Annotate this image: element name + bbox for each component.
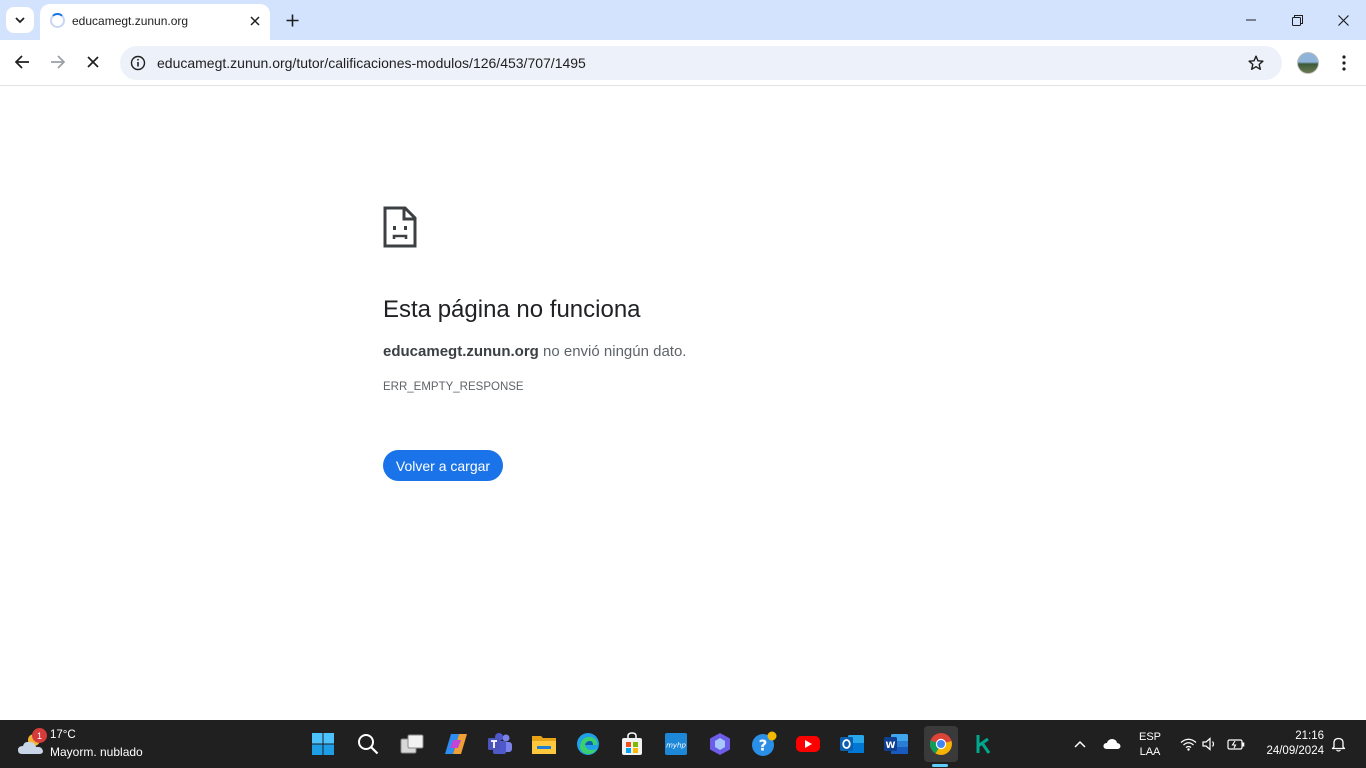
bookmark-star-button[interactable] <box>1244 51 1268 75</box>
language-code: ESP <box>1138 731 1161 743</box>
copilot-alt-app[interactable] <box>704 728 736 760</box>
url-text[interactable]: educamegt.zunun.org/tutor/calificaciones… <box>157 55 586 71</box>
outlook-app[interactable] <box>836 728 868 760</box>
error-title: Esta página no funciona <box>383 296 641 323</box>
browser-toolbar: educamegt.zunun.org/tutor/calificaciones… <box>0 40 1366 86</box>
weather-temperature: 17°C <box>50 729 76 741</box>
stop-loading-button[interactable] <box>78 47 108 77</box>
notifications-button[interactable] <box>1328 720 1348 768</box>
teams-app[interactable] <box>484 728 516 760</box>
task-view-button[interactable] <box>396 728 428 760</box>
error-message: no envió ningún dato. <box>538 343 687 360</box>
kaspersky-app[interactable] <box>968 728 1000 760</box>
restore-icon <box>1291 14 1303 26</box>
info-icon <box>130 55 146 71</box>
bell-icon <box>1331 737 1345 752</box>
youtube-app[interactable] <box>792 728 824 760</box>
svg-text:myhp: myhp <box>666 742 686 750</box>
address-bar[interactable]: educamegt.zunun.org/tutor/calificaciones… <box>120 46 1282 80</box>
clock-time: 21:16 <box>1295 730 1324 742</box>
arrow-right-icon <box>51 55 66 69</box>
wifi-status[interactable] <box>1178 720 1198 768</box>
more-vert-icon <box>1342 55 1346 71</box>
svg-text:W: W <box>886 741 896 751</box>
close-icon <box>1337 14 1349 26</box>
error-description: educamegt.zunun.org no envió ningún dato… <box>383 343 686 360</box>
weather-condition: Mayorm. nublado <box>50 745 143 759</box>
arrow-left-icon <box>14 55 29 69</box>
myhp-app[interactable]: myhp <box>660 728 692 760</box>
star-icon <box>1248 55 1264 70</box>
weather-widget[interactable]: 1 17°C Mayorm. nublado <box>14 726 164 762</box>
search-button[interactable] <box>352 728 384 760</box>
clock-date: 24/09/2024 <box>1266 745 1324 757</box>
file-explorer-app[interactable] <box>528 728 560 760</box>
get-help-app[interactable]: ? <box>748 728 780 760</box>
store-app[interactable] <box>616 728 648 760</box>
back-button[interactable] <box>7 47 37 77</box>
task-view-icon <box>400 734 424 754</box>
close-icon <box>250 16 260 26</box>
battery-status[interactable] <box>1225 720 1247 768</box>
cloud-icon <box>1103 739 1121 749</box>
start-button[interactable] <box>307 728 339 760</box>
minimize-button[interactable] <box>1228 0 1274 40</box>
error-host: educamegt.zunun.org <box>383 343 539 360</box>
onedrive-button[interactable] <box>1100 720 1124 768</box>
edge-icon <box>577 733 599 755</box>
youtube-icon <box>796 736 820 752</box>
error-code: ERR_EMPTY_RESPONSE <box>383 381 524 393</box>
store-icon <box>622 732 642 755</box>
active-app-indicator <box>932 764 948 767</box>
system-clock[interactable]: 21:16 24/09/2024 <box>1252 729 1324 759</box>
minimize-icon <box>1246 19 1256 21</box>
myhp-icon: myhp <box>665 733 687 755</box>
teams-icon <box>488 733 512 754</box>
new-tab-button[interactable] <box>280 8 304 32</box>
volume-icon <box>1202 737 1215 751</box>
tab-search-button[interactable] <box>6 7 34 33</box>
wifi-icon <box>1180 738 1196 751</box>
kaspersky-icon <box>976 735 991 754</box>
browser-menu-button[interactable] <box>1332 50 1356 76</box>
language-indicator[interactable]: ESP LAA <box>1138 730 1162 760</box>
battery-charging-icon <box>1227 739 1245 750</box>
sad-page-icon <box>383 206 417 253</box>
edge-app[interactable] <box>572 728 604 760</box>
close-window-button[interactable] <box>1320 0 1366 40</box>
word-icon: W <box>884 734 908 754</box>
search-icon <box>358 734 379 755</box>
browser-tab[interactable]: educamegt.zunun.org <box>40 4 270 40</box>
restore-button[interactable] <box>1274 0 1320 40</box>
volume-status[interactable] <box>1200 720 1220 768</box>
chevron-up-icon <box>1074 740 1086 748</box>
chevron-down-icon <box>15 17 25 24</box>
help-icon: ? <box>752 731 777 756</box>
close-icon <box>87 56 99 68</box>
reload-button[interactable]: Volver a cargar <box>383 450 503 481</box>
tab-strip: educamegt.zunun.org <box>0 0 1366 40</box>
outlook-icon <box>840 735 864 753</box>
site-info-button[interactable] <box>126 51 150 75</box>
copilot-icon <box>445 734 467 754</box>
word-app[interactable]: W <box>880 728 912 760</box>
tab-title: educamegt.zunun.org <box>72 14 189 28</box>
profile-avatar[interactable] <box>1297 52 1319 74</box>
plus-icon <box>286 14 298 26</box>
chrome-icon <box>929 733 952 755</box>
show-hidden-icons-button[interactable] <box>1068 720 1092 768</box>
tab-close-button[interactable] <box>246 12 264 30</box>
forward-button[interactable] <box>43 47 73 77</box>
svg-text:?: ? <box>759 737 768 755</box>
hexagon-app-icon <box>710 733 730 755</box>
weather-notification-badge: 1 <box>32 728 47 743</box>
copilot-app[interactable] <box>440 728 472 760</box>
folder-icon <box>532 736 556 754</box>
loading-spinner-icon <box>50 13 65 28</box>
windows-logo-icon <box>312 733 334 755</box>
chrome-app[interactable] <box>924 726 958 762</box>
keyboard-layout: LAA <box>1139 746 1161 758</box>
taskbar: 1 17°C Mayorm. nublado myhp ? W ESP LAA … <box>0 720 1366 768</box>
